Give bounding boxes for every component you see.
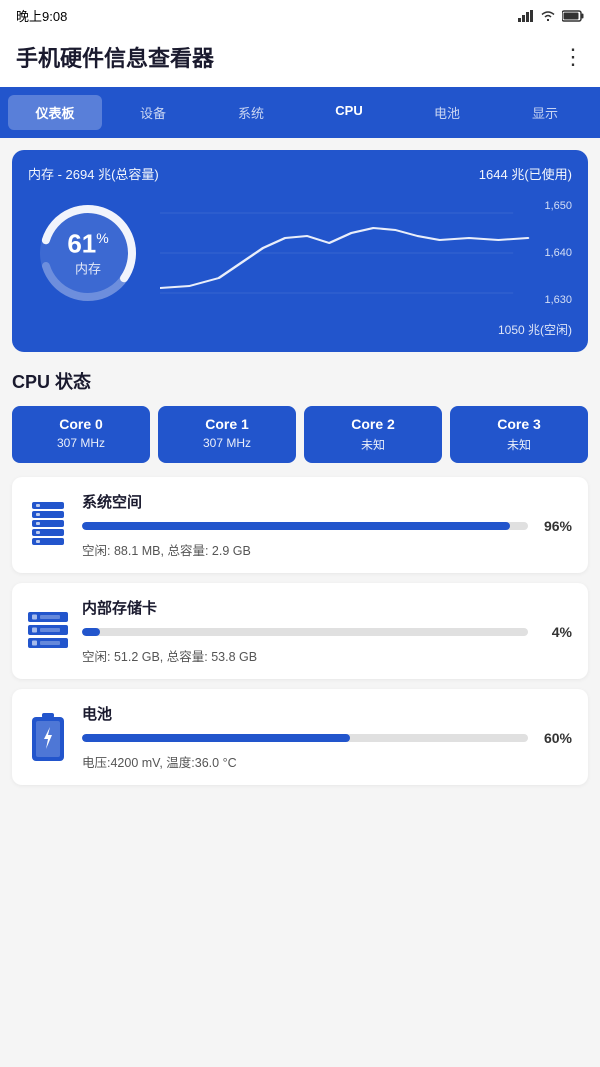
core-2-card: Core 2 未知 [304, 406, 442, 463]
gauge-text: 61% 内存 [67, 229, 108, 278]
battery-details: 电池 60% 电压:4200 mV, 温度:36.0 °C [82, 703, 572, 771]
internal-storage-progress-row: 4% [82, 624, 572, 640]
internal-storage-progress-fill [82, 628, 100, 636]
tab-cpu[interactable]: CPU [302, 95, 396, 130]
memory-gauge: 61% 内存 [28, 193, 148, 313]
app-title: 手机硬件信息查看器 [16, 41, 214, 73]
battery-title: 电池 [82, 703, 572, 724]
tab-display[interactable]: 显示 [498, 95, 592, 130]
core-0-card: Core 0 307 MHz [12, 406, 150, 463]
gauge-label: 内存 [67, 262, 108, 278]
core-1-name: Core 1 [164, 416, 290, 432]
internal-storage-sub: 空闲: 51.2 GB, 总容量: 53.8 GB [82, 646, 572, 665]
status-icons [518, 9, 584, 22]
memory-card: 内存 - 2694 兆(总容量) 1644 兆(已使用) 61% [12, 150, 588, 352]
chart-y-labels: 1,650 1,640 1,630 [544, 198, 572, 308]
signal-icon [518, 10, 534, 22]
core-2-freq: 未知 [310, 436, 436, 453]
tab-battery[interactable]: 电池 [400, 95, 494, 130]
storage2-icon-svg [28, 612, 68, 650]
memory-header: 内存 - 2694 兆(总容量) 1644 兆(已使用) [28, 164, 572, 183]
core-3-card: Core 3 未知 [450, 406, 588, 463]
internal-storage-icon [28, 607, 68, 655]
memory-footer: 1050 兆(空闲) [28, 321, 572, 338]
status-bar: 晚上9:08 [0, 0, 600, 31]
system-space-progress-row: 96% [82, 518, 572, 534]
cpu-cores: Core 0 307 MHz Core 1 307 MHz Core 2 未知 … [12, 406, 588, 463]
core-0-freq: 307 MHz [18, 436, 144, 450]
gauge-percent: 61% [67, 229, 108, 260]
battery-svg-icon [32, 713, 64, 761]
tab-system[interactable]: 系统 [204, 95, 298, 130]
chart-svg [160, 198, 572, 308]
core-1-freq: 307 MHz [164, 436, 290, 450]
battery-progress-bg [82, 734, 528, 742]
system-space-title: 系统空间 [82, 491, 572, 512]
menu-button[interactable]: ⋮ [562, 44, 584, 70]
system-space-details: 系统空间 96% 空闲: 88.1 MB, 总容量: 2.9 GB [82, 491, 572, 559]
storage-icon-svg [30, 502, 66, 548]
internal-storage-card: 内部存储卡 4% 空闲: 51.2 GB, 总容量: 53.8 GB [12, 583, 588, 679]
app-header: 手机硬件信息查看器 ⋮ [0, 31, 600, 87]
system-space-sub: 空闲: 88.1 MB, 总容量: 2.9 GB [82, 540, 572, 559]
memory-used-label: 1644 兆(已使用) [479, 164, 572, 183]
main-content: 内存 - 2694 兆(总容量) 1644 兆(已使用) 61% [0, 138, 600, 807]
status-battery-icon [562, 10, 584, 22]
battery-sub: 电压:4200 mV, 温度:36.0 °C [82, 752, 572, 771]
battery-percent: 60% [536, 730, 572, 746]
wifi-icon [540, 9, 556, 22]
system-space-card: 系统空间 96% 空闲: 88.1 MB, 总容量: 2.9 GB [12, 477, 588, 573]
internal-storage-title: 内部存储卡 [82, 597, 572, 618]
battery-card: 电池 60% 电压:4200 mV, 温度:36.0 °C [12, 689, 588, 785]
system-space-icon [28, 501, 68, 549]
cpu-section-title: CPU 状态 [12, 366, 588, 396]
tab-dashboard[interactable]: 仪表板 [8, 95, 102, 130]
battery-progress-row: 60% [82, 730, 572, 746]
memory-body: 61% 内存 1,650 1,640 1,630 [28, 193, 572, 313]
battery-progress-fill [82, 734, 350, 742]
tab-device[interactable]: 设备 [106, 95, 200, 130]
internal-storage-percent: 4% [536, 624, 572, 640]
system-space-progress-bg [82, 522, 528, 530]
core-3-name: Core 3 [456, 416, 582, 432]
core-0-name: Core 0 [18, 416, 144, 432]
core-2-name: Core 2 [310, 416, 436, 432]
internal-storage-progress-bg [82, 628, 528, 636]
system-space-progress-fill [82, 522, 510, 530]
core-1-card: Core 1 307 MHz [158, 406, 296, 463]
nav-tabs: 仪表板 设备 系统 CPU 电池 显示 [0, 87, 600, 138]
memory-chart: 1,650 1,640 1,630 [160, 198, 572, 308]
time-display: 晚上9:08 [16, 6, 67, 25]
internal-storage-details: 内部存储卡 4% 空闲: 51.2 GB, 总容量: 53.8 GB [82, 597, 572, 665]
battery-card-icon [28, 713, 68, 761]
memory-total-label: 内存 - 2694 兆(总容量) [28, 164, 159, 183]
core-3-freq: 未知 [456, 436, 582, 453]
system-space-percent: 96% [536, 518, 572, 534]
